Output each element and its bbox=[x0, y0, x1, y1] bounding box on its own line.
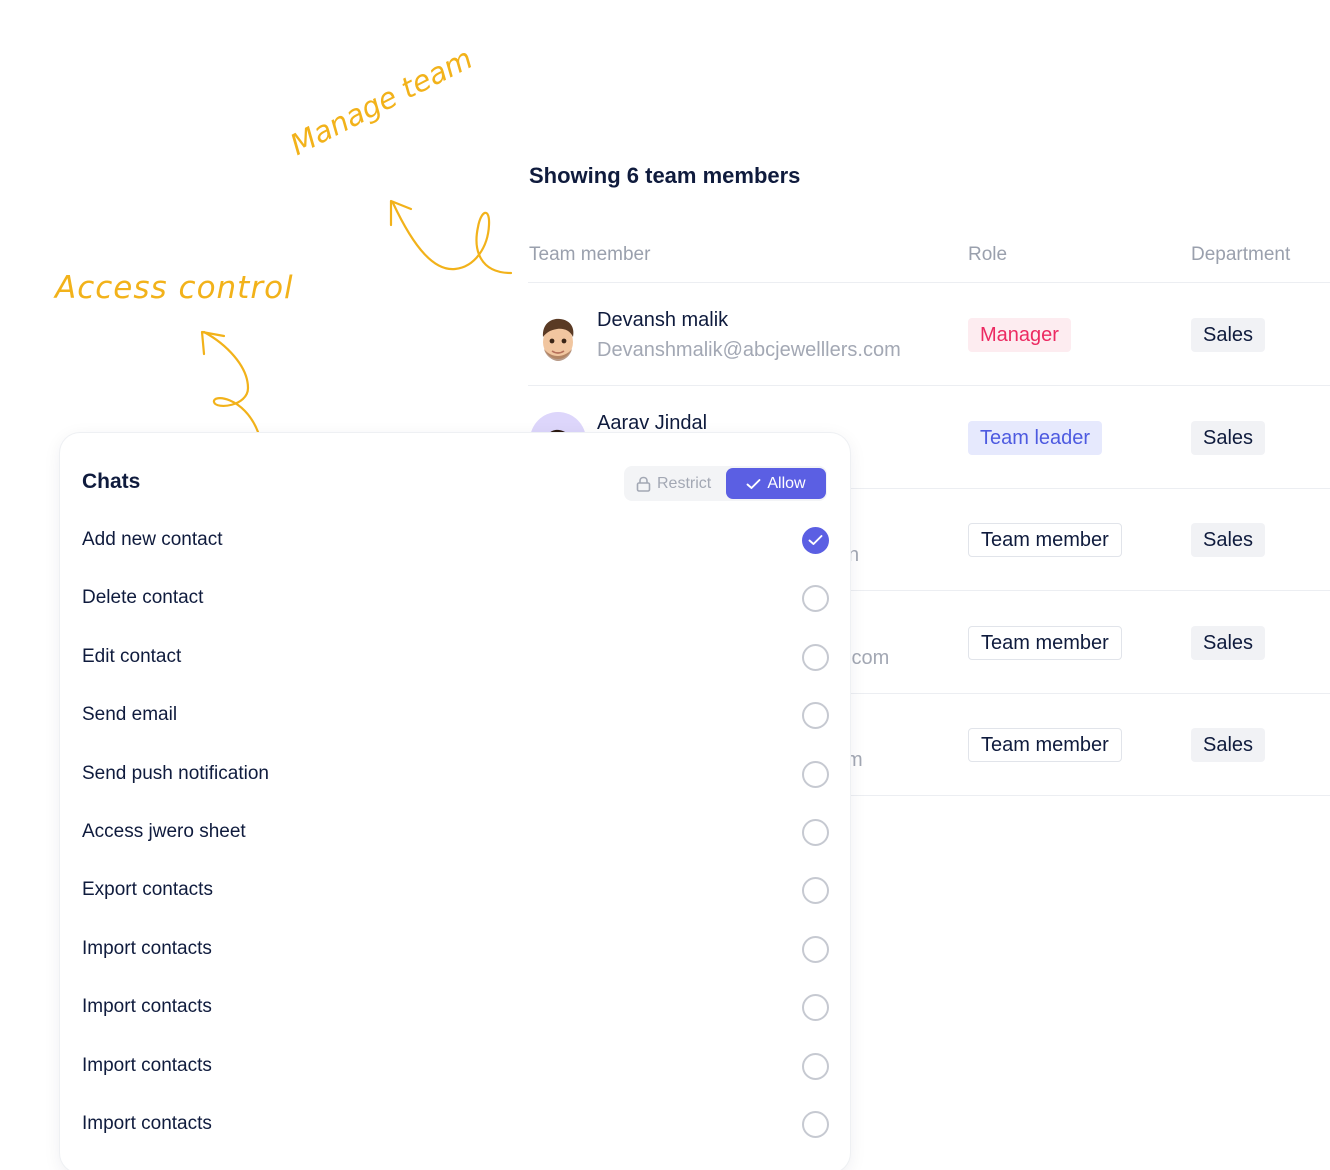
permission-row[interactable]: Import contacts bbox=[82, 1105, 830, 1145]
card-title: Chats bbox=[82, 470, 141, 493]
permission-label: Edit contact bbox=[82, 645, 182, 667]
access-control-arrow-icon bbox=[200, 330, 260, 434]
permission-row[interactable]: Import contacts bbox=[82, 1047, 830, 1087]
role-badge: Team member bbox=[968, 728, 1122, 762]
permission-label: Import contacts bbox=[82, 937, 212, 959]
member-name: Aarav Jindal bbox=[597, 412, 708, 434]
permission-row[interactable]: Export contacts bbox=[82, 871, 830, 911]
permission-row[interactable]: Import contacts bbox=[82, 988, 830, 1028]
department-badge: Sales bbox=[1191, 728, 1266, 762]
permission-label: Delete contact bbox=[82, 587, 204, 609]
member-name: Devansh malik bbox=[597, 309, 729, 331]
permission-row[interactable]: Send push notification bbox=[82, 755, 830, 795]
permission-checkbox[interactable] bbox=[802, 527, 829, 554]
permission-checkbox[interactable] bbox=[802, 1111, 829, 1138]
permission-checkbox[interactable] bbox=[802, 585, 829, 613]
role-badge: Team member bbox=[968, 523, 1122, 557]
permission-checkbox[interactable] bbox=[802, 702, 829, 730]
permission-checkbox[interactable] bbox=[802, 760, 829, 788]
permission-label: Import contacts bbox=[82, 996, 212, 1018]
permission-row[interactable]: Add new contact bbox=[82, 521, 830, 561]
permission-row[interactable]: Edit contact bbox=[82, 638, 830, 678]
permission-checkbox[interactable] bbox=[802, 877, 829, 905]
column-header-department[interactable]: Department bbox=[1191, 244, 1290, 266]
department-badge: Sales bbox=[1191, 318, 1266, 352]
permission-row[interactable]: Delete contact bbox=[82, 579, 830, 619]
table-row[interactable]: Devansh malik Devanshmalik@abcjewelllers… bbox=[528, 283, 1330, 386]
restrict-allow-toggle: Restrict Allow bbox=[624, 466, 827, 501]
column-header-team-member[interactable]: Team member bbox=[529, 244, 650, 266]
manage-team-annotation: Manage team bbox=[284, 41, 478, 162]
permission-label: Send push notification bbox=[82, 762, 269, 784]
permission-checkbox[interactable] bbox=[802, 935, 829, 963]
permission-label: Export contacts bbox=[82, 879, 213, 901]
permission-row[interactable]: Access jwero sheet bbox=[82, 813, 830, 853]
permission-checkbox[interactable] bbox=[802, 1052, 829, 1080]
permission-checkbox[interactable] bbox=[802, 643, 829, 671]
member-email: Devanshmalik@abcjewelllers.com bbox=[597, 339, 901, 361]
permission-label: Add new contact bbox=[82, 529, 223, 550]
department-badge: Sales bbox=[1191, 626, 1266, 660]
permission-label: Access jwero sheet bbox=[82, 821, 246, 842]
role-badge: Team member bbox=[968, 626, 1122, 660]
role-badge: Manager bbox=[968, 318, 1071, 352]
department-badge: Sales bbox=[1191, 421, 1266, 455]
avatar bbox=[530, 309, 586, 365]
restrict-option[interactable]: Restrict bbox=[636, 466, 711, 501]
permission-row[interactable]: Import contacts bbox=[82, 930, 830, 970]
department-badge: Sales bbox=[1191, 523, 1266, 557]
check-icon bbox=[746, 478, 761, 489]
allow-label: Allow bbox=[767, 474, 806, 492]
access-control-annotation: Access control bbox=[55, 270, 294, 306]
permission-checkbox[interactable] bbox=[802, 994, 829, 1022]
table-title: Showing 6 team members bbox=[529, 163, 801, 188]
permission-label: Import contacts bbox=[82, 1113, 212, 1134]
permission-checkbox[interactable] bbox=[802, 819, 829, 846]
chats-permissions-card: Chats Restrict Allow Add new contact Dele… bbox=[60, 433, 850, 1170]
manage-team-arrow-icon bbox=[389, 199, 513, 275]
permission-label: Import contacts bbox=[82, 1054, 212, 1076]
lock-icon bbox=[636, 476, 651, 492]
restrict-label: Restrict bbox=[657, 474, 712, 492]
check-icon bbox=[808, 535, 823, 545]
role-badge: Team leader bbox=[968, 421, 1103, 455]
permission-label: Send email bbox=[82, 704, 178, 726]
permission-row[interactable]: Send email bbox=[82, 696, 830, 736]
allow-option[interactable]: Allow bbox=[726, 468, 826, 499]
member-email: .com bbox=[846, 647, 890, 669]
column-header-role[interactable]: Role bbox=[968, 244, 1007, 266]
